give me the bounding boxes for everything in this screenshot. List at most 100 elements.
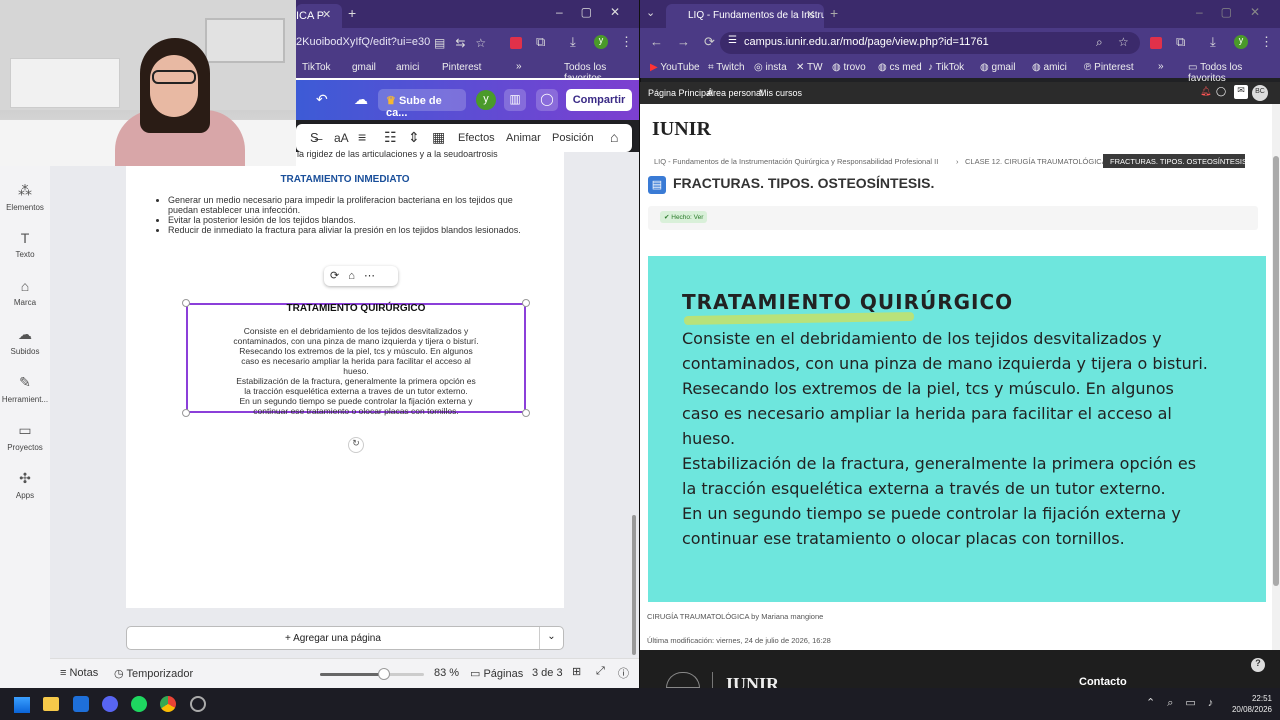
tab-search-icon[interactable]: ⌄ xyxy=(646,6,655,19)
sidebar-item-brand[interactable]: ⌂ Marca xyxy=(0,278,50,307)
nav-home[interactable]: Página Principal xyxy=(648,88,713,98)
strikethrough-icon[interactable]: S̶ xyxy=(310,130,319,145)
timer-button[interactable]: ◷ Temporizador xyxy=(114,667,193,680)
messages-icon[interactable]: ◯ xyxy=(1216,86,1226,97)
profile-avatar[interactable]: y xyxy=(1234,35,1248,49)
tab-close-icon[interactable]: ✕ xyxy=(806,8,815,21)
mail-app-icon[interactable] xyxy=(73,696,89,712)
sidebar-item-apps[interactable]: ✣ Apps xyxy=(0,470,50,500)
zoom-slider-knob[interactable] xyxy=(378,668,391,680)
bookmark-youtube[interactable]: ▶ YouTube xyxy=(650,62,700,73)
zoom-slider[interactable] xyxy=(320,668,424,680)
transparency-icon[interactable]: ▦ xyxy=(432,129,445,146)
bullet-list[interactable]: Generar un medio necesario para impedir … xyxy=(166,195,536,235)
file-explorer-icon[interactable] xyxy=(43,697,59,711)
bookmark-insta[interactable]: ◎ insta xyxy=(754,62,787,73)
bookmark[interactable]: TikTok xyxy=(302,62,331,73)
spotify-icon[interactable] xyxy=(131,696,147,712)
comment-icon[interactable]: ◯ xyxy=(536,89,558,111)
site-info-icon[interactable]: ☰ xyxy=(728,35,737,46)
new-tab-icon[interactable]: + xyxy=(830,5,838,21)
sidebar-item-text[interactable]: T Texto xyxy=(0,230,50,259)
top-text[interactable]: la rigidez de las articulaciones y a la … xyxy=(297,149,498,159)
menu-icon[interactable]: ⋮ xyxy=(1260,34,1273,50)
help-icon[interactable]: ⓘ xyxy=(618,665,629,681)
add-page-button[interactable]: + Agregar una página ⌄ xyxy=(126,626,564,650)
share-button[interactable]: Compartir xyxy=(566,89,632,111)
align-icon[interactable]: ≡ xyxy=(358,129,366,145)
bookmark[interactable]: Pinterest xyxy=(442,62,481,73)
grid-view-icon[interactable]: ⊞ xyxy=(572,665,581,678)
nav-buttons[interactable]: ←→⟳ xyxy=(650,34,729,50)
profile-avatar[interactable]: y xyxy=(594,35,608,49)
animate-button[interactable]: Animar xyxy=(506,132,541,144)
right-tab[interactable]: LIQ - Fundamentos de la Instru xyxy=(666,4,824,28)
puzzle-icon[interactable]: ⧉ xyxy=(1176,34,1185,50)
bookmark[interactable]: amici xyxy=(396,62,419,73)
collaborator-avatar[interactable]: y xyxy=(476,90,496,110)
bookmark-amici[interactable]: ◍ amici xyxy=(1032,62,1067,73)
bookmark-trovo[interactable]: ◍ trovo xyxy=(832,62,866,73)
cloud-save-icon[interactable]: ☁ xyxy=(354,91,368,108)
spacing-icon[interactable]: ⇕ xyxy=(408,129,420,146)
position-button[interactable]: Posición xyxy=(552,132,594,144)
discord-icon[interactable] xyxy=(102,696,118,712)
chevron-right-icon[interactable]: » xyxy=(1158,61,1164,72)
window-controls[interactable]: –▢✕ xyxy=(556,5,638,19)
bookmark[interactable]: gmail xyxy=(352,62,376,73)
bookmark-pinterest[interactable]: ℗ Pinterest xyxy=(1084,62,1134,73)
done-badge[interactable]: ✔ Hecho: Ver xyxy=(660,211,708,223)
insights-icon[interactable]: ▥ xyxy=(504,89,526,111)
system-tray-icons[interactable]: ⌃⌕▭♪ xyxy=(1146,696,1225,710)
resize-handle[interactable] xyxy=(182,299,190,307)
sidebar-item-projects[interactable]: ▭ Proyectos xyxy=(0,422,50,452)
breadcrumb-item[interactable]: CLASE 12. CIRUGÍA TRAUMATOLÓGICA xyxy=(965,157,1107,166)
iunir-logo[interactable]: IUNIR xyxy=(652,118,711,141)
undo-icon[interactable]: ↶ xyxy=(316,91,328,108)
bookmark-tw[interactable]: ✕ TW xyxy=(796,62,823,73)
sidebar-item-tools[interactable]: ✎ Herramient... xyxy=(0,374,50,404)
menu-icon[interactable]: ⋮ xyxy=(620,34,633,50)
chevron-down-icon[interactable]: ⌄ xyxy=(539,627,563,649)
help-button[interactable]: ? xyxy=(1251,658,1265,672)
sidebar-item-elements[interactable]: ⁂ Elementos xyxy=(0,182,50,212)
tab-close-icon[interactable]: ✕ xyxy=(322,8,331,21)
notifications-icon[interactable]: 🔔︎ xyxy=(1200,86,1211,97)
bookmark-tiktok[interactable]: ♪ TikTok xyxy=(928,62,964,73)
puzzle-icon[interactable]: ⧉ xyxy=(536,34,545,50)
pages-button[interactable]: ▭ Páginas xyxy=(470,667,523,680)
more-options-icon[interactable]: ⋯ xyxy=(364,270,375,282)
zoom-level[interactable]: 83 % xyxy=(434,667,459,679)
add-comment-icon[interactable]: ⟳ xyxy=(330,270,339,282)
user-avatar[interactable]: BC xyxy=(1252,85,1268,101)
breadcrumb-item[interactable]: LIQ - Fundamentos de la Instrumentación … xyxy=(654,157,938,166)
left-toolbar-icons[interactable]: ▤⇆☆ xyxy=(434,36,496,50)
rotate-handle[interactable]: ↻ xyxy=(348,437,364,453)
font-size-button[interactable]: aA xyxy=(334,131,349,145)
mail-icon[interactable]: ✉ xyxy=(1234,85,1248,99)
bookmarks-all[interactable]: ▭ Todos los favoritos xyxy=(1188,62,1280,84)
resize-handle[interactable] xyxy=(522,409,530,417)
resize-handle[interactable] xyxy=(182,409,190,417)
extension-icon[interactable] xyxy=(1150,37,1162,49)
obs-icon[interactable] xyxy=(190,696,206,712)
selected-textbox[interactable]: TRATAMIENTO QUIRÚRGICO Consiste en el de… xyxy=(186,303,526,416)
resize-handle[interactable] xyxy=(522,299,530,307)
download-icon[interactable]: ⤓ xyxy=(570,34,576,50)
page-scrollbar[interactable] xyxy=(1272,104,1280,650)
nav-dashboard[interactable]: Área personal xyxy=(707,88,763,98)
windows-start-icon[interactable] xyxy=(14,697,30,713)
sidebar-item-uploads[interactable]: ☁ Subidos xyxy=(0,326,50,356)
extension-icon[interactable] xyxy=(510,37,522,49)
clock[interactable]: 22:51 20/08/2026 xyxy=(1226,693,1272,715)
bookmark-csmed[interactable]: ◍ cs med xyxy=(878,62,922,73)
bookmark-gmail[interactable]: ◍ gmail xyxy=(980,62,1015,73)
workspace-scrollbar[interactable] xyxy=(632,515,636,655)
design-page[interactable]: la rigidez de las articulaciones y a la … xyxy=(126,149,564,608)
chrome-icon[interactable] xyxy=(160,696,176,712)
right-address-bar[interactable]: ☰ campus.iunir.edu.ar/mod/page/view.php?i… xyxy=(720,32,1140,54)
chevron-right-icon[interactable]: » xyxy=(516,61,522,72)
lock-icon[interactable]: ⌂ xyxy=(348,270,355,282)
left-tab[interactable]: ICA P xyxy=(296,4,342,28)
upgrade-button[interactable]: ♛ Sube de ca... xyxy=(378,89,466,119)
